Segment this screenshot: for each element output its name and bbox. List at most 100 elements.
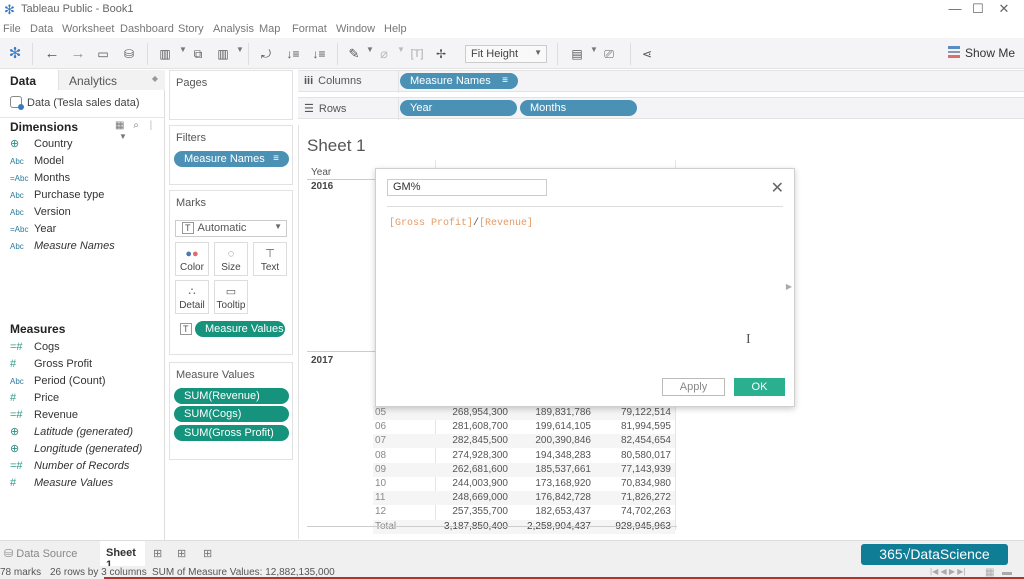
field-item[interactable]: # Measure Values [0,475,165,492]
field-item[interactable]: ⊕ Longitude (generated) [0,441,165,458]
table-row: 07 282,845,500 200,390,846 82,454,654 [373,434,675,449]
measure-value-pill[interactable]: SUM(Cogs) [174,406,289,422]
chevron-down-icon: ▼ [274,222,282,231]
field-item[interactable]: =# Number of Records [0,458,165,475]
expand-functions-icon[interactable]: ▶ [786,282,792,291]
marks-text-pill[interactable]: Measure Values [195,321,285,337]
filter-pill-measure-names[interactable]: Measure Names ≡ [174,151,289,167]
rows-icon: ☰ [304,103,314,115]
new-data-source-icon[interactable]: ⛁ [120,44,138,64]
highlight-icon[interactable]: ✎ [346,44,362,64]
menu-story[interactable]: Story [178,23,204,35]
show-me-button[interactable]: Show Me [948,46,1015,60]
field-item[interactable]: =Abc Year [0,221,165,238]
menu-format[interactable]: Format [292,23,327,35]
field-item[interactable]: =# Revenue [0,407,165,424]
fit-dropdown[interactable]: Fit Height ▼ [465,45,547,63]
duplicate-sheet-icon[interactable]: ⧉ [189,44,207,64]
field-item[interactable]: ⊕ Latitude (generated) [0,424,165,441]
group-dropdown-icon[interactable]: ▼ [397,45,405,54]
show-cards-icon[interactable]: ▤ [567,44,587,64]
pages-shelf[interactable]: Pages [169,70,293,120]
size-button[interactable]: ◌ Size [214,242,248,276]
field-item[interactable]: =Abc Months [0,170,165,187]
highlight-dropdown-icon[interactable]: ▼ [366,45,374,54]
field-label: Country [34,138,73,150]
measures-list: =# Cogs # Gross Profit Abc Period (Count) # Pri… [0,339,165,492]
field-item[interactable]: ⊕ Country [0,136,165,153]
tableau-logo-icon: ✻ [4,2,15,17]
apply-button[interactable]: Apply [662,378,725,396]
fix-axes-pin-icon[interactable]: ✢ [433,44,449,64]
text-button[interactable]: ⊤ Text [253,242,287,276]
field-item[interactable]: # Price [0,390,165,407]
menu-analysis[interactable]: Analysis [213,23,254,35]
toolbar: ✻ ← → ▭ ⛁ ▥ ▼ ⧉ ▥ ▼ ⤾ ↓≡ ↓≡ ✎ ▼ ⌀ ▼ [T] … [0,38,1024,69]
undo-icon[interactable]: ← [42,44,62,64]
rows-pill-months[interactable]: Months [520,100,637,116]
field-item[interactable]: Abc Purchase type [0,187,165,204]
search-icon[interactable]: ⌕ [133,120,139,131]
filters-shelf[interactable]: Filters Measure Names ≡ [169,125,293,185]
swap-rows-columns-icon[interactable]: ⤾ [257,44,275,64]
tab-analytics[interactable]: Analytics ◆ [58,70,165,90]
measure-value-pill[interactable]: SUM(Revenue) [174,388,289,404]
group-members-icon[interactable]: ⌀ [376,44,392,64]
sheet-tab-active[interactable]: Sheet 1 [100,541,145,571]
sort-descending-icon[interactable]: ↓≡ [310,44,328,64]
columns-shelf[interactable]: iii Columns Measure Names ≡ [298,70,1024,93]
data-source-tab[interactable]: ⛁ Data Source [4,547,77,560]
field-item[interactable]: Abc Period (Count) [0,373,165,390]
menu-dashboard[interactable]: Dashboard [120,23,174,35]
tab-data[interactable]: Data [0,70,58,90]
field-item[interactable]: Abc Measure Names [0,238,165,255]
clear-sheet-dropdown-icon[interactable]: ▼ [236,45,244,54]
detail-icon: ∴ [188,286,196,298]
columns-pill-measure-names[interactable]: Measure Names ≡ [400,73,518,89]
menu-help[interactable]: Help [384,23,407,35]
tableau-home-icon[interactable]: ✻ [6,44,24,64]
menu-data[interactable]: Data [30,23,53,35]
presentation-mode-icon[interactable]: ⎚ [600,44,618,64]
field-item[interactable]: Abc Model [0,153,165,170]
field-item[interactable]: Abc Version [0,204,165,221]
view-grid-icon[interactable]: ▦ [115,120,124,131]
save-icon[interactable]: ▭ [94,44,112,64]
data-pane-tabs: Data Analytics ◆ [0,70,165,90]
new-worksheet-icon[interactable]: ▥ [155,44,175,64]
menu-window[interactable]: Window [336,23,375,35]
menu-map[interactable]: Map [259,23,280,35]
data-source-item[interactable]: Data (Tesla sales data) [0,90,165,118]
formula-editor[interactable]: [Gross Profit]/[Revenue] [389,218,533,229]
sheet-navigation-icons[interactable]: |◀ ◀ ▶ ▶| [930,567,965,576]
field-item[interactable]: =# Cogs [0,339,165,356]
rows-shelf[interactable]: ☰ Rows Year Months [298,97,1024,120]
new-worksheet-tab-icon[interactable]: ⊞ [153,547,162,560]
new-story-tab-icon[interactable]: ⊞ [203,547,212,560]
close-icon[interactable]: ✕ [771,178,784,198]
redo-icon[interactable]: → [68,44,88,64]
share-icon[interactable]: ⋖ [638,44,656,64]
year-header: Year [311,167,332,178]
clear-sheet-icon[interactable]: ▥ [213,44,233,64]
table-row: 12 257,355,700 182,653,437 74,702,263 [373,505,675,519]
menu-worksheet[interactable]: Worksheet [62,23,114,35]
detail-button[interactable]: ∴ Detail [175,280,209,314]
tooltip-button[interactable]: ▭ Tooltip [214,280,248,314]
show-cards-dropdown-icon[interactable]: ▼ [590,45,598,54]
measure-value-pill[interactable]: SUM(Gross Profit) [174,425,289,441]
rows-pill-year[interactable]: Year [400,100,517,116]
close-window-button[interactable]: ✕ [981,0,1024,20]
show-mark-labels-icon[interactable]: [T] [408,44,426,64]
field-item[interactable]: # Gross Profit [0,356,165,373]
sort-ascending-icon[interactable]: ↓≡ [284,44,302,64]
new-dashboard-tab-icon[interactable]: ⊞ [177,547,186,560]
ok-button[interactable]: OK [734,378,785,396]
calculation-name-input[interactable]: GM% [387,179,547,196]
formula-field-revenue: [Revenue] [479,218,534,229]
new-worksheet-dropdown-icon[interactable]: ▼ [179,45,187,54]
menu-file[interactable]: File [3,23,21,35]
collapse-icon[interactable]: ◆ [152,74,158,83]
color-button[interactable]: ●● Color [175,242,209,276]
mark-type-dropdown[interactable]: T Automatic ▼ [175,220,287,237]
